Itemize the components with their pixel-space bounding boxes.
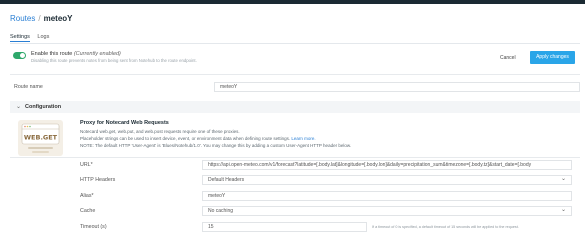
cache-label: Cache (80, 208, 96, 214)
http-headers-select[interactable]: Default Headers (202, 175, 572, 185)
enable-label-text: Enable this route (31, 51, 73, 57)
breadcrumb-separator: / (38, 14, 41, 23)
web-get-logo: WEB.GET (18, 120, 63, 156)
enable-status-text: (Currently enabled) (73, 51, 121, 57)
cache-select[interactable]: No caching (202, 206, 572, 216)
url-label: URL* (80, 162, 93, 168)
section-divider (10, 157, 580, 158)
enable-route-description: Disabling this route prevents notes from… (31, 58, 197, 63)
enable-route-label: Enable this route (Currently enabled) (31, 51, 121, 57)
proxy-note-line: NOTE: The default HTTP 'User-Agent' is '… (80, 143, 352, 148)
section-divider (10, 74, 580, 75)
cancel-button[interactable]: Cancel (500, 55, 516, 61)
enable-route-toggle[interactable] (13, 52, 26, 59)
alias-input[interactable]: meteoY (202, 191, 572, 201)
proxy-description-line: Placeholder strings can be used to inser… (80, 136, 316, 141)
top-bar (0, 0, 585, 4)
timeout-hint: If a timeout of 0 is specified, a defaul… (372, 225, 519, 229)
breadcrumb-routes-link[interactable]: Routes (10, 14, 35, 23)
route-name-label: Route name (14, 84, 43, 90)
timeout-input[interactable]: 15 (202, 222, 367, 232)
tab-settings[interactable]: Settings (10, 34, 30, 42)
tab-logs[interactable]: Logs (37, 34, 49, 40)
learn-more-link[interactable]: Learn more. (291, 136, 315, 141)
page-title: meteoY (43, 14, 73, 23)
configuration-header[interactable]: ⌄ Configuration (10, 101, 580, 113)
url-input[interactable]: https://api.open-meteo.com/v1/forecast?l… (202, 160, 572, 170)
proxy-placeholder-text: Placeholder strings can be used to inser… (80, 136, 291, 141)
logo-text: WEB.GET (24, 134, 58, 142)
http-headers-label: HTTP Headers (80, 177, 116, 183)
tab-bar: Settings Logs (10, 34, 55, 42)
proxy-description-line: Notecard web.get, web.put, and web.post … (80, 129, 240, 134)
timeout-label: Timeout (s) (80, 224, 107, 230)
tab-divider (10, 43, 580, 44)
configuration-title: Configuration (25, 104, 62, 110)
cache-value: No caching (208, 208, 234, 214)
http-headers-value: Default Headers (208, 177, 245, 183)
chevron-down-icon: ⌄ (16, 104, 22, 110)
breadcrumb: Routes / meteoY (10, 14, 73, 23)
proxy-title: Proxy for Notecard Web Requests (80, 120, 169, 126)
apply-changes-button[interactable]: Apply changes (530, 51, 575, 64)
route-name-input[interactable]: meteoY (214, 82, 580, 92)
alias-label: Alias* (80, 193, 94, 199)
